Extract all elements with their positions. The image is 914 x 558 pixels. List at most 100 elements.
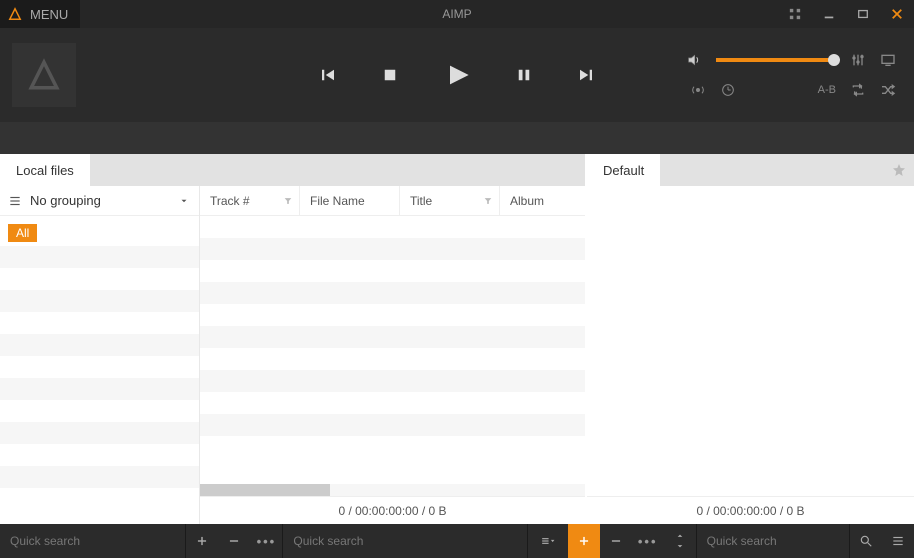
remove-button-left[interactable] — [218, 524, 250, 558]
ab-repeat-button[interactable]: A-B — [818, 84, 836, 96]
grouping-selector[interactable]: No grouping — [0, 186, 199, 216]
filter-icon[interactable] — [283, 196, 293, 206]
minimize-button[interactable] — [812, 0, 846, 28]
table-row[interactable] — [200, 238, 585, 260]
maximize-icon — [857, 8, 869, 20]
close-button[interactable] — [880, 0, 914, 28]
next-button[interactable] — [577, 66, 595, 84]
equalizer-icon — [850, 52, 866, 68]
add-button-left[interactable] — [186, 524, 218, 558]
list-item[interactable] — [0, 334, 199, 356]
more-button-right[interactable]: ••• — [632, 524, 664, 558]
table-row[interactable] — [200, 348, 585, 370]
add-playlist-button[interactable] — [568, 524, 600, 558]
list-item[interactable] — [0, 422, 199, 444]
favorite-tab-button[interactable] — [884, 154, 914, 186]
grouping-sidebar: No grouping All — [0, 186, 200, 524]
table-row[interactable] — [200, 282, 585, 304]
radio-button[interactable] — [690, 82, 706, 98]
column-album-label: Album — [510, 194, 544, 208]
table-row[interactable] — [200, 436, 585, 458]
list-item[interactable] — [0, 290, 199, 312]
list-item[interactable] — [0, 444, 199, 466]
previous-button[interactable] — [319, 66, 337, 84]
repeat-icon — [850, 82, 866, 98]
horizontal-scrollbar[interactable] — [200, 484, 585, 496]
list-item[interactable] — [0, 312, 199, 334]
play-button[interactable] — [443, 61, 471, 89]
more-button-left[interactable]: ••• — [250, 524, 282, 558]
tab-local-files-label: Local files — [16, 163, 74, 178]
list-item[interactable] — [0, 356, 199, 378]
filter-icon[interactable] — [483, 196, 493, 206]
table-row[interactable] — [200, 414, 585, 436]
broadcast-icon — [690, 82, 706, 98]
tab-local-files[interactable]: Local files — [0, 154, 90, 186]
scrollbar-thumb[interactable] — [200, 484, 330, 496]
repeat-button[interactable] — [850, 82, 866, 98]
track-rows — [200, 216, 585, 484]
aimp-logo-icon — [27, 58, 61, 92]
search-button[interactable] — [850, 524, 882, 558]
left-tabs: Local files — [0, 154, 585, 186]
player-panel: A-B — [0, 28, 914, 122]
timer-button[interactable] — [720, 82, 736, 98]
album-art-placeholder — [12, 43, 76, 107]
info-bar — [0, 122, 914, 154]
remove-playlist-button[interactable] — [600, 524, 632, 558]
plus-icon — [195, 534, 209, 548]
volume-slider[interactable] — [716, 58, 836, 62]
menu-button[interactable]: MENU — [0, 0, 80, 28]
table-row[interactable] — [200, 370, 585, 392]
pause-button[interactable] — [515, 66, 533, 84]
minus-icon — [227, 534, 241, 548]
table-row[interactable] — [200, 392, 585, 414]
table-row[interactable] — [200, 260, 585, 282]
volume-button[interactable] — [686, 52, 702, 68]
column-title-label: Title — [410, 194, 432, 208]
search-icon — [859, 534, 873, 548]
stop-button[interactable] — [381, 66, 399, 84]
sort-button[interactable] — [664, 524, 696, 558]
compact-view-button[interactable] — [778, 0, 812, 28]
menu-label: MENU — [30, 7, 68, 22]
star-icon — [891, 162, 907, 178]
list-item[interactable] — [0, 246, 199, 268]
dots-icon: ••• — [257, 534, 277, 549]
table-row[interactable] — [200, 216, 585, 238]
column-title[interactable]: Title — [400, 186, 500, 215]
window-title: AIMP — [442, 7, 471, 21]
grid-icon — [789, 8, 801, 20]
stop-icon — [381, 66, 399, 84]
equalizer-button[interactable] — [850, 52, 866, 68]
sort-icon — [673, 534, 687, 548]
list-item[interactable] — [0, 466, 199, 488]
list-item[interactable] — [0, 378, 199, 400]
column-album[interactable]: Album — [500, 186, 585, 215]
quick-search-mid[interactable]: Quick search — [283, 524, 526, 558]
tab-default-label: Default — [603, 163, 644, 178]
column-track-label: Track # — [210, 194, 250, 208]
table-row[interactable] — [200, 326, 585, 348]
list-item[interactable] — [0, 268, 199, 290]
play-icon — [443, 61, 471, 89]
tab-default[interactable]: Default — [587, 154, 660, 186]
quick-search-left[interactable]: Quick search — [0, 524, 185, 558]
library-area: Local files No grouping All — [0, 154, 914, 524]
column-filename[interactable]: File Name — [300, 186, 400, 215]
playlist-menu-button[interactable] — [528, 524, 568, 558]
filter-all-pill[interactable]: All — [8, 224, 37, 242]
right-status: 0 / 00:00:00:00 / 0 B — [587, 496, 914, 524]
quick-search-right[interactable]: Quick search — [697, 524, 849, 558]
shuffle-button[interactable] — [880, 82, 896, 98]
hamburger-button[interactable] — [882, 524, 914, 558]
column-track[interactable]: Track # — [200, 186, 300, 215]
pause-icon — [515, 66, 533, 84]
list-item[interactable] — [0, 400, 199, 422]
table-row[interactable] — [200, 304, 585, 326]
right-pane: Default 0 / 00:00:00:00 / 0 B — [587, 154, 914, 524]
visualisation-button[interactable] — [880, 52, 896, 68]
maximize-button[interactable] — [846, 0, 880, 28]
app-logo-icon — [8, 7, 22, 21]
list-dropdown-icon — [541, 534, 555, 548]
